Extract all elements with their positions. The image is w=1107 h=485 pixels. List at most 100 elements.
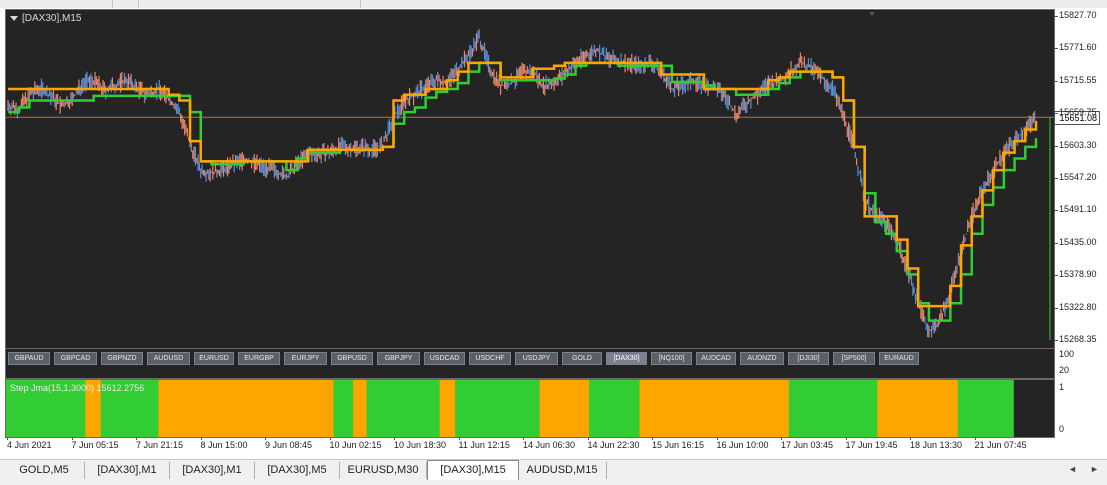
dropdown-triangle-icon[interactable] [10,15,18,21]
symbol-button-nq100[interactable]: [NQ100] [651,352,692,365]
main-price-chart[interactable]: [DAX30],M15 [5,9,1055,350]
chart-window[interactable]: [DAX30],M15 15651.08 GBPAUD GBPCAD GBPNZD A… [0,8,1107,459]
symbol-button-gbpaud[interactable]: GBPAUD [8,352,50,365]
indicator-bar [439,380,456,437]
indicator-bar [877,380,959,437]
price-axis-tick [1054,275,1058,277]
time-axis-tick [136,437,137,440]
price-axis-label: 15491.10 [1059,204,1097,215]
symbol-button-gold[interactable]: GOLD [562,352,602,365]
time-axis-label: 8 Jun 15:00 [200,440,248,450]
indicator-title: Step Jma(15,1,3000) 15612.2756 [10,383,145,393]
symbol-button-euraud[interactable]: EURAUD [879,352,919,365]
green-step-line [8,61,1038,322]
price-axis-tick [1054,307,1058,309]
price-axis-label: 15659.75 [1059,107,1097,118]
chart-tabs-bar: GOLD,M5 [DAX30],M1 [DAX30],M1 [DAX30],M5 EUR… [0,459,1107,485]
time-axis-tick [716,437,718,440]
time-axis-label: 21 Jun 07:45 [974,440,1027,450]
chart-tab[interactable]: [DAX30],M1 [85,462,170,479]
time-axis-tick [71,437,73,440]
time-axis-label: 17 Jun 19:45 [845,440,898,450]
chart-tab[interactable]: [DAX30],M1 [170,462,255,479]
chart-title: [DAX30],M15 [10,13,81,24]
chart-tab[interactable]: GOLD,M5 [4,462,85,479]
buttons-axis-label: 20 [1059,365,1070,375]
price-axis-label: 15378.90 [1059,269,1097,280]
time-axis-tick [523,437,524,440]
time-axis-label: 10 Jun 02:15 [329,440,382,450]
chart-tab[interactable]: EURUSD,M30 [340,462,427,479]
indicator-bar [788,380,878,437]
symbol-button-audnzd[interactable]: AUDNZD [740,352,784,365]
toolbar-separator [360,0,361,8]
time-axis-label: 7 Jun 05:15 [71,440,119,450]
chart-tab[interactable]: AUDUSD,M15 [518,462,607,479]
time-axis-label: 16 Jun 10:00 [716,440,769,450]
price-axis-tick [1054,145,1058,147]
symbol-button-gbpjpy[interactable]: GBPJPY [377,352,420,365]
price-axis-tick [1054,48,1058,50]
indicator-bar [639,380,790,437]
symbol-button-eurjpy[interactable]: EURJPY [284,352,327,365]
scroll-marker-icon [869,12,875,16]
symbol-button-audusd[interactable]: AUDUSD [147,352,190,365]
symbol-button-gbpcad[interactable]: GBPCAD [54,352,97,365]
price-axis-label: 15603.30 [1059,139,1097,150]
time-axis-tick [394,437,395,440]
symbol-button-dji30[interactable]: [DJI30] [788,352,829,365]
time-axis-label: 14 Jun 22:30 [587,440,640,450]
toolbar-separator [112,0,113,8]
symbol-button-usdchf[interactable]: USDCHF [469,352,511,365]
symbol-button-audcad[interactable]: AUDCAD [696,352,736,365]
indicator-axis-label: 0 [1059,424,1065,434]
chart-symbol-label: [DAX30],M15 [22,13,82,24]
time-axis-tick [910,437,911,440]
scroll-right-icon[interactable]: ► [1090,464,1099,474]
indicator-axis-label: 1 [1059,382,1065,392]
symbol-button-usdjpy[interactable]: USDJPY [515,352,558,365]
time-axis-label: 9 Jun 08:45 [265,440,313,450]
indicator-bar [366,380,441,437]
price-axis-tick [1054,16,1058,17]
symbol-button-gbpnzd[interactable]: GBPNZD [101,352,143,365]
orange-step-line [8,61,1038,308]
time-axis-tick [845,437,847,440]
time-axis: 4 Jun 2021 7 Jun 05:15 7 Jun 21:15 8 Jun 15… [5,437,1055,457]
symbol-button-gbpusd[interactable]: GBPUSD [331,352,373,365]
time-axis-label: 15 Jun 16:15 [652,440,705,450]
time-axis-tick [587,437,589,440]
time-axis-tick [329,437,331,440]
symbol-button-usdcad[interactable]: USDCAD [424,352,465,365]
indicator-bar [158,380,335,437]
indicator-bar [539,380,590,437]
scroll-left-icon[interactable]: ◄ [1068,464,1077,474]
time-axis-tick [781,437,782,440]
indicator-histogram-svg [6,380,1014,437]
price-chart-svg [6,12,1054,340]
symbol-button-eurgbp[interactable]: EURGBP [238,352,280,365]
step-jma-indicator-panel[interactable]: Step Jma(15,1,3000) 15612.2756 [5,379,1055,438]
price-axis-label: 15435.00 [1059,236,1097,247]
time-axis-label: 14 Jun 06:30 [523,440,576,450]
symbol-button-dax30[interactable]: [DAX30] [606,352,647,365]
indicator-bar [957,380,1014,437]
time-axis-label: 4 Jun 2021 [7,440,52,450]
time-axis-label: 10 Jun 18:30 [394,440,447,450]
chart-tab[interactable]: [DAX30],M5 [255,462,340,479]
chart-tab[interactable]: [DAX30],M15 [427,460,519,480]
time-axis-tick [7,437,8,440]
price-axis-label: 15322.80 [1059,301,1097,312]
price-axis-tick [1054,340,1058,341]
time-axis-label: 11 Jun 12:15 [458,440,510,450]
price-axis-tick [1054,178,1058,179]
price-axis-tick [1054,242,1058,244]
indicator-bar [588,380,640,437]
symbol-button-eurusd[interactable]: EURUSD [194,352,234,365]
symbol-buttons-panel: GBPAUD GBPCAD GBPNZD AUDUSD EURUSD EURGBP EURJ… [5,348,1055,379]
price-axis-label: 15771.60 [1059,42,1097,53]
time-axis-tick [974,437,976,440]
symbol-button-sp500[interactable]: [SP500] [833,352,875,365]
indicator-bar [333,380,354,437]
price-axis-label: 15827.70 [1059,10,1097,20]
